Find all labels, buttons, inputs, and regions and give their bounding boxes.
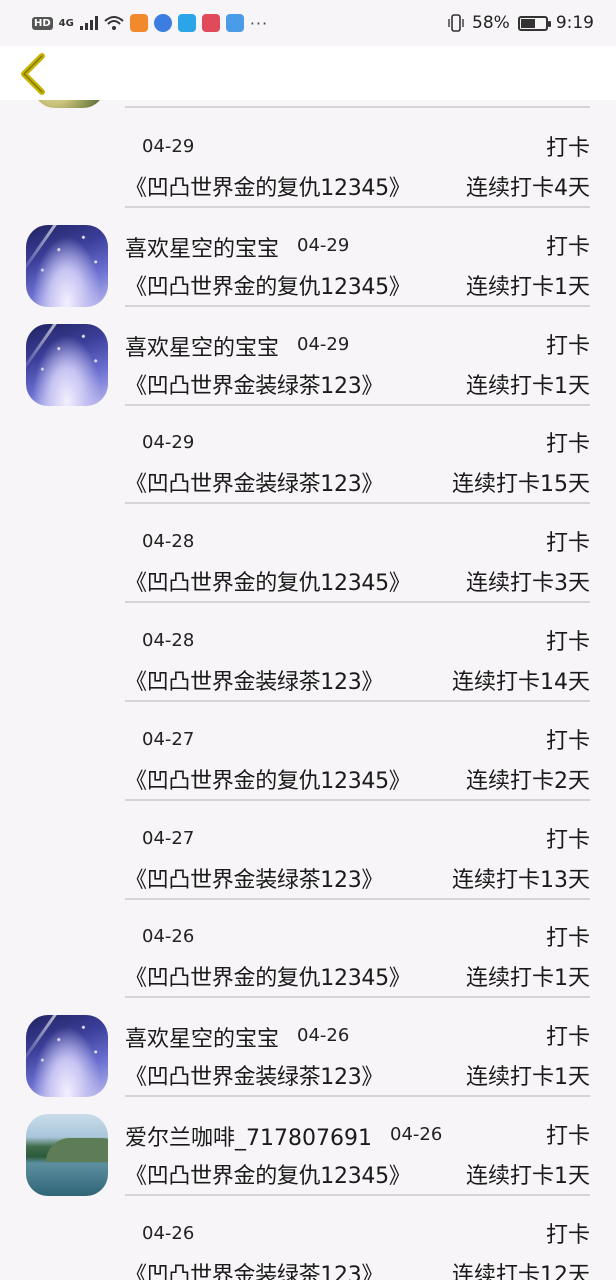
app-notification-icon — [201, 14, 220, 32]
username[interactable]: 喜欢星空的宝宝 — [125, 231, 279, 263]
list-item[interactable]: 喜欢星空的宝宝 04-29 打卡《凹凸世界金装绿茶123》 连续打卡1天 — [0, 308, 616, 407]
streak-count: 连续打卡14天 — [452, 670, 590, 695]
checkin-date: 04-27 — [142, 728, 195, 750]
list-item[interactable]: 04-27 打卡《凹凸世界金的复仇12345》 连续打卡2天 — [0, 703, 616, 802]
streak-count: 连续打卡12天 — [452, 1262, 590, 1280]
book-title[interactable]: 《凹凸世界金的复仇12345》 — [125, 170, 411, 202]
checkin-label: 打卡 — [545, 1025, 590, 1051]
clock: 9:19 — [555, 13, 594, 33]
wifi-icon — [104, 16, 124, 30]
list-item[interactable]: 04-29 打卡《凹凸世界金的复仇12345》 连续打卡4天 — [0, 110, 616, 209]
streak-count: 连续打卡1天 — [466, 1164, 590, 1189]
streak-count: 连续打卡4天 — [466, 176, 590, 201]
checkin-date: 04-28 — [142, 531, 195, 553]
streak-count: 连续打卡1天 — [466, 373, 590, 399]
streak-count: 连续打卡1天 — [466, 1065, 590, 1091]
streak-count: 连续打卡2天 — [466, 768, 590, 794]
divider — [125, 304, 590, 307]
checkin-label: 打卡 — [545, 1124, 590, 1149]
avatar[interactable] — [26, 1114, 108, 1196]
divider — [125, 106, 590, 108]
checkin-date: 04-27 — [142, 827, 195, 849]
checkin-label: 打卡 — [545, 630, 590, 655]
checkin-label: 打卡 — [545, 827, 590, 853]
checkin-date: 04-29 — [142, 432, 195, 454]
divider — [125, 601, 590, 604]
list-item[interactable]: 04-28 打卡《凹凸世界金的复仇12345》 连续打卡3天 — [0, 505, 616, 604]
divider — [125, 798, 590, 801]
chevron-left-icon — [21, 53, 45, 95]
checkin-date: 04-26 — [142, 1222, 195, 1244]
checkin-date: 04-26 — [142, 926, 195, 948]
checkin-label: 打卡 — [545, 926, 590, 952]
app-notification-icon — [129, 14, 148, 32]
streak-count: 连续打卡13天 — [452, 867, 590, 893]
username[interactable]: 喜欢星空的宝宝 — [125, 1021, 279, 1053]
book-title[interactable]: 《凹凸世界金装绿茶123》 — [125, 862, 383, 894]
book-title[interactable]: 《凹凸世界金装绿茶123》 — [125, 466, 383, 498]
list-item[interactable]: 喜欢星空的宝宝 04-29 打卡《凹凸世界金的复仇12345》 连续打卡1天 — [0, 209, 616, 308]
checkin-date: 04-29 — [297, 333, 350, 355]
checkin-date: 04-26 — [390, 1124, 443, 1145]
book-title[interactable]: 《凹凸世界金装绿茶123》 — [125, 664, 383, 696]
app-notification-icon — [177, 14, 196, 32]
list-item[interactable]: 喜欢星空的宝宝 04-26 打卡《凹凸世界金装绿茶123》 连续打卡1天 — [0, 999, 616, 1098]
divider — [125, 403, 590, 406]
checkin-label: 打卡 — [545, 531, 590, 557]
list-item[interactable]: 04-28 打卡《凹凸世界金装绿茶123》 连续打卡14天 — [0, 604, 616, 703]
divider — [125, 206, 590, 208]
username[interactable]: 爱尔兰咖啡_717807691 — [125, 1120, 372, 1152]
divider — [125, 897, 590, 900]
checkin-label: 打卡 — [545, 234, 590, 260]
checkin-label: 打卡 — [545, 1222, 590, 1248]
app-notification-icon — [225, 14, 244, 32]
battery-percent: 58% — [472, 13, 510, 33]
checkin-list: 04-29 打卡 《凹凸世界金的复仇12345》 连续打卡4天 喜欢星空的宝宝 04-29… — [0, 0, 616, 1280]
nav-bar — [0, 46, 616, 100]
streak-count: 连续打卡1天 — [466, 274, 590, 300]
signal-icon: 4G — [58, 17, 74, 29]
book-title[interactable]: 《凹凸世界金的复仇12345》 — [125, 1158, 411, 1190]
book-title[interactable]: 《凹凸世界金装绿茶123》 — [125, 1059, 383, 1091]
battery-icon — [517, 15, 551, 31]
book-title[interactable]: 《凹凸世界金装绿茶123》 — [125, 368, 383, 400]
vibrate-icon — [448, 14, 464, 32]
book-title[interactable]: 《凹凸世界金的复仇12345》 — [125, 565, 411, 597]
back-button[interactable] — [14, 52, 54, 96]
avatar[interactable] — [26, 323, 108, 406]
app-notification-icon — [153, 14, 172, 32]
list-item[interactable]: 04-29 打卡《凹凸世界金装绿茶123》 连续打卡15天 — [0, 406, 616, 505]
streak-count: 连续打卡15天 — [452, 472, 590, 498]
checkin-date: 04-26 — [297, 1025, 350, 1047]
username[interactable]: 喜欢星空的宝宝 — [125, 330, 279, 362]
book-title[interactable]: 《凹凸世界金的复仇12345》 — [125, 763, 411, 795]
divider — [125, 996, 590, 999]
avatar[interactable] — [26, 1015, 108, 1098]
hd-icon: HD — [32, 16, 53, 30]
streak-count: 连续打卡3天 — [466, 571, 590, 597]
more-notifications-icon: ··· — [249, 13, 269, 33]
checkin-label: 打卡 — [545, 728, 590, 754]
list-item[interactable]: 04-26 打卡《凹凸世界金装绿茶123》 连续打卡12天 — [0, 1197, 616, 1280]
checkin-label: 打卡 — [545, 136, 590, 161]
checkin-date: 04-28 — [142, 630, 195, 651]
list-item[interactable]: 04-26 打卡《凹凸世界金的复仇12345》 连续打卡1天 — [0, 900, 616, 999]
list-item[interactable]: 04-27 打卡《凹凸世界金装绿茶123》 连续打卡13天 — [0, 802, 616, 901]
streak-count: 连续打卡1天 — [466, 966, 590, 992]
book-title[interactable]: 《凹凸世界金的复仇12345》 — [125, 960, 411, 992]
status-bar: HD 4G ··· 58% 9:19 — [0, 0, 616, 46]
checkin-date: 04-29 — [297, 234, 350, 256]
checkin-date: 04-29 — [142, 136, 195, 157]
avatar[interactable] — [26, 224, 108, 307]
checkin-label: 打卡 — [545, 333, 590, 359]
cellular-signal-icon — [79, 16, 98, 30]
divider — [125, 1095, 590, 1098]
checkin-label: 打卡 — [545, 432, 590, 458]
list-item[interactable]: 爱尔兰咖啡_717807691 04-26 打卡《凹凸世界金的复仇12345》 连续打… — [0, 1098, 616, 1197]
book-title[interactable]: 《凹凸世界金的复仇12345》 — [125, 269, 411, 301]
divider — [125, 502, 590, 505]
book-title[interactable]: 《凹凸世界金装绿茶123》 — [125, 1257, 383, 1280]
divider — [125, 700, 590, 702]
divider — [125, 1194, 590, 1196]
